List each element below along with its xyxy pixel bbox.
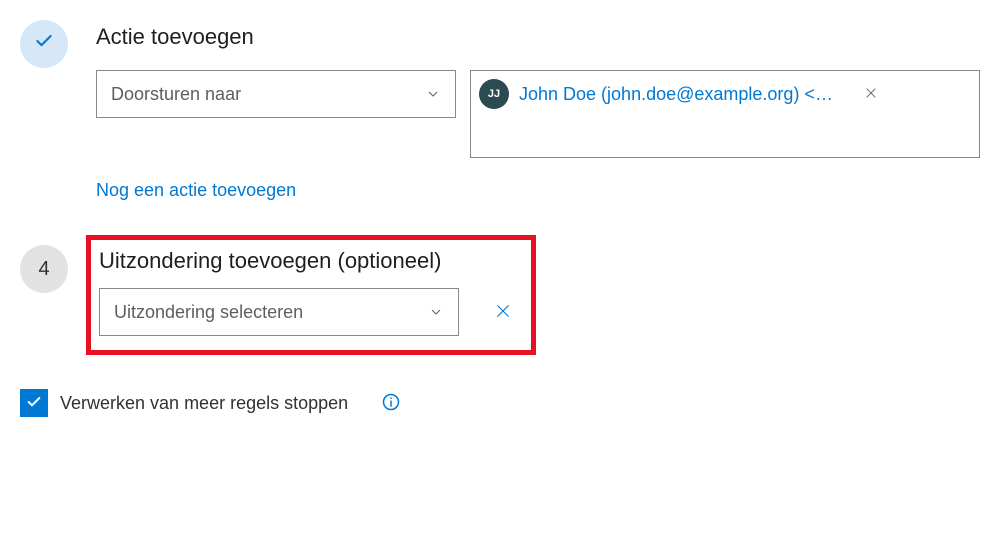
action-dropdown-value: Doorsturen naar xyxy=(111,84,425,105)
step-complete-badge xyxy=(20,20,68,68)
step-add-exception-body: Uitzondering toevoegen (optioneel) Uitzo… xyxy=(96,245,983,365)
action-dropdown[interactable]: Doorsturen naar xyxy=(96,70,456,118)
stop-processing-label: Verwerken van meer regels stoppen xyxy=(60,393,348,414)
forward-to-people-picker[interactable]: JJ John Doe (john.doe@example.org) <… xyxy=(470,70,980,158)
stop-processing-row: Verwerken van meer regels stoppen xyxy=(20,389,983,417)
stop-processing-checkbox[interactable] xyxy=(20,389,48,417)
action-controls-row: Doorsturen naar JJ John Doe (john.doe@ex… xyxy=(96,70,983,158)
highlight-box: Uitzondering toevoegen (optioneel) Uitzo… xyxy=(86,235,536,355)
chevron-down-icon xyxy=(425,86,441,102)
checkmark-icon xyxy=(26,394,42,413)
step-add-action-title: Actie toevoegen xyxy=(96,24,983,50)
avatar: JJ xyxy=(479,79,509,109)
step-add-action: Actie toevoegen Doorsturen naar JJ John … xyxy=(20,20,983,201)
remove-person-button[interactable] xyxy=(857,80,885,108)
add-another-action-link[interactable]: Nog een actie toevoegen xyxy=(96,180,296,201)
person-display-name: John Doe (john.doe@example.org) <… xyxy=(519,84,833,105)
checkmark-icon xyxy=(34,31,54,57)
step-add-action-body: Actie toevoegen Doorsturen naar JJ John … xyxy=(96,20,983,201)
exception-controls-row: Uitzondering selecteren xyxy=(99,288,519,336)
step-exception-title: Uitzondering toevoegen (optioneel) xyxy=(99,248,519,274)
close-icon xyxy=(494,302,512,323)
remove-exception-button[interactable] xyxy=(487,296,519,328)
close-icon xyxy=(864,86,878,103)
person-chip[interactable]: JJ John Doe (john.doe@example.org) <… xyxy=(477,77,889,111)
exception-dropdown[interactable]: Uitzondering selecteren xyxy=(99,288,459,336)
step-number-badge: 4 xyxy=(20,245,68,293)
step-add-exception: 4 Uitzondering toevoegen (optioneel) Uit… xyxy=(20,245,983,365)
info-button[interactable] xyxy=(380,392,402,414)
exception-dropdown-value: Uitzondering selecteren xyxy=(114,302,428,323)
info-icon xyxy=(381,392,401,415)
chevron-down-icon xyxy=(428,304,444,320)
